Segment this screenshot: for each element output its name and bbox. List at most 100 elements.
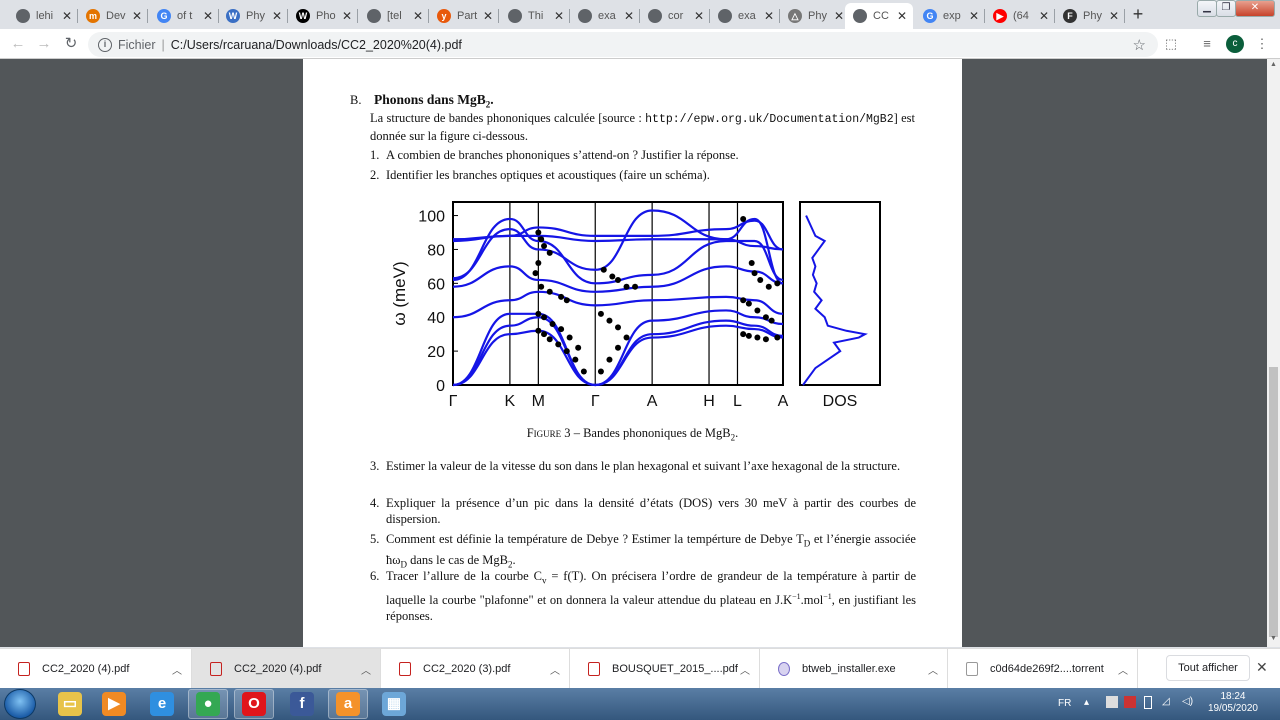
taskbar-avast[interactable]: a [328, 689, 368, 719]
show-all-button[interactable]: Tout afficher [1166, 655, 1250, 681]
tab-12[interactable]: △ Phy ✕ [780, 3, 850, 29]
taskbar-internet-explorer[interactable]: e [142, 689, 182, 719]
tab-8[interactable]: Thi ✕ [500, 3, 570, 29]
tab-2[interactable]: m Dev ✕ [78, 3, 148, 29]
scrollbar-thumb[interactable] [1269, 367, 1278, 637]
avatar[interactable]: c [1226, 35, 1244, 53]
control-panel-icon: ▦ [382, 692, 406, 716]
tab-close-icon[interactable]: ✕ [270, 9, 284, 23]
download-item[interactable]: CC2_2020 (3).pdf ︿ [381, 649, 570, 689]
tab-close-icon[interactable]: ✕ [411, 9, 425, 23]
tab-close-icon[interactable]: ✕ [895, 9, 909, 23]
bookmark-star-icon[interactable]: ☆ [1133, 36, 1146, 54]
measured-point [546, 336, 553, 343]
x-tick-label: K [505, 393, 516, 410]
tab-4[interactable]: W Phy ✕ [218, 3, 288, 29]
taskbar-chrome[interactable]: ● [188, 689, 228, 719]
tab-3[interactable]: Gof t ✕ [149, 3, 219, 29]
tab-close-icon[interactable]: ✕ [340, 9, 354, 23]
start-button[interactable] [4, 689, 36, 719]
battery-icon[interactable] [1144, 696, 1152, 709]
forward-icon[interactable]: → [34, 34, 54, 54]
close-shelf-icon[interactable]: ✕ [1256, 659, 1268, 676]
tab-16[interactable]: F Phy ✕ [1055, 3, 1125, 29]
close-window-button[interactable]: ✕ [1235, 0, 1275, 17]
language-indicator[interactable]: FR [1058, 698, 1071, 709]
tab-close-icon[interactable]: ✕ [1037, 9, 1051, 23]
download-item[interactable]: c0d64de269f2....torrent ︿ [948, 649, 1138, 689]
download-options-chevron-icon[interactable]: ︿ [361, 662, 371, 677]
address-bar[interactable]: i Fichier | C:/Users/rcaruana/Downloads/… [88, 32, 1158, 57]
tab-close-icon[interactable]: ✕ [967, 9, 981, 23]
measured-point [745, 300, 752, 307]
measured-point [563, 297, 570, 304]
download-item[interactable]: BOUSQUET_2015_....pdf ︿ [570, 649, 760, 689]
download-item[interactable]: CC2_2020 (4).pdf ︿ [192, 649, 381, 689]
tab-9[interactable]: exa ✕ [570, 3, 640, 29]
pdf-file-icon [18, 662, 30, 676]
tab-5[interactable]: W Pho ✕ [288, 3, 358, 29]
network-flag-icon[interactable] [1106, 696, 1118, 708]
tab-1[interactable]: lehi ✕ [8, 3, 78, 29]
download-options-chevron-icon[interactable]: ︿ [1118, 662, 1128, 677]
taskbar-facebook[interactable]: f [282, 689, 322, 719]
download-item[interactable]: btweb_installer.exe ︿ [760, 649, 948, 689]
pdf-extension-icon[interactable]: ⬚ [1163, 36, 1179, 52]
measured-point [762, 314, 769, 321]
tab-close-icon[interactable]: ✕ [552, 9, 566, 23]
new-tab-button[interactable]: + [1128, 4, 1148, 24]
tab-7[interactable]: y Part ✕ [429, 3, 499, 29]
measured-point [558, 326, 565, 333]
download-options-chevron-icon[interactable]: ︿ [550, 662, 560, 677]
question-text: Expliquer la présence d’un pic dans la d… [386, 496, 916, 526]
tab-14[interactable]: Gexp ✕ [915, 3, 985, 29]
tab-11[interactable]: exa ✕ [710, 3, 780, 29]
tab-close-icon[interactable]: ✕ [1107, 9, 1121, 23]
taskbar-control-panel[interactable]: ▦ [374, 689, 414, 719]
maximize-button[interactable]: ❐ [1216, 0, 1236, 17]
tab-favicon-icon: W [226, 9, 240, 23]
tab-close-icon[interactable]: ✕ [481, 9, 495, 23]
x-tick-label: A [778, 393, 789, 410]
taskbar-media-player[interactable]: ▶ [94, 689, 134, 719]
tab-13[interactable]: CC ✕ [845, 3, 913, 29]
download-options-chevron-icon[interactable]: ︿ [172, 662, 182, 677]
vertical-scrollbar[interactable]: ▲ ▼ [1267, 59, 1280, 647]
tab-close-icon[interactable]: ✕ [832, 9, 846, 23]
security-icon[interactable] [1124, 696, 1136, 708]
scroll-up-icon[interactable]: ▲ [1267, 61, 1280, 68]
tab-close-icon[interactable]: ✕ [762, 9, 776, 23]
media-controls-icon[interactable]: ≡ [1199, 36, 1215, 52]
tab-close-icon[interactable]: ✕ [692, 9, 706, 23]
download-item[interactable]: CC2_2020 (4).pdf ︿ [0, 649, 192, 689]
q6-part: Tracer l’allure de la courbe C [386, 569, 542, 583]
taskbar-opera[interactable]: O [234, 689, 274, 719]
network-icon[interactable]: ◿ [1162, 696, 1170, 707]
chrome-icon: ● [196, 692, 220, 716]
tab-close-icon[interactable]: ✕ [622, 9, 636, 23]
phonon-branch-line [452, 290, 784, 319]
tray-expand-icon[interactable]: ▴ [1084, 697, 1089, 708]
back-icon[interactable]: ← [8, 34, 28, 54]
info-icon[interactable]: i [98, 37, 112, 52]
measured-point [615, 324, 621, 331]
menu-icon[interactable]: ⋮ [1254, 36, 1270, 52]
tab-6[interactable]: [tel ✕ [359, 3, 429, 29]
reload-icon[interactable]: ↻ [61, 34, 81, 54]
tab-10[interactable]: cor ✕ [640, 3, 710, 29]
download-options-chevron-icon[interactable]: ︿ [740, 662, 750, 677]
measured-point [538, 236, 545, 243]
tab-close-icon[interactable]: ✕ [130, 9, 144, 23]
tab-title: exa [598, 10, 616, 22]
tab-close-icon[interactable]: ✕ [60, 9, 74, 23]
minimize-button[interactable]: ▁ [1197, 0, 1217, 17]
scroll-down-icon[interactable]: ▼ [1267, 635, 1280, 642]
taskbar-explorer[interactable]: ▭ [50, 689, 90, 719]
tab-15[interactable]: ▶ (64 ✕ [985, 3, 1055, 29]
download-options-chevron-icon[interactable]: ︿ [928, 662, 938, 677]
clock[interactable]: 18:24 19/05/2020 [1208, 691, 1258, 715]
tab-close-icon[interactable]: ✕ [201, 9, 215, 23]
volume-icon[interactable]: ◁) [1182, 696, 1193, 707]
tab-title: exp [943, 10, 961, 22]
intro-paragraph: La structure de bandes phononiques calcu… [370, 110, 915, 144]
